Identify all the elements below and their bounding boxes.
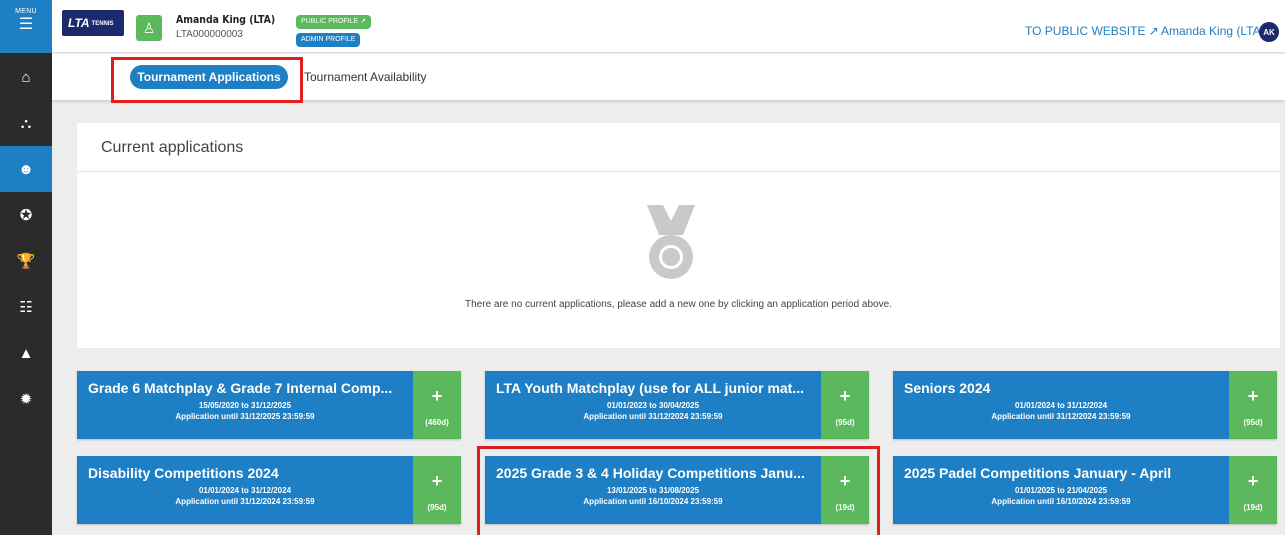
- medal-icon: ✪: [19, 207, 33, 224]
- sidebar: MENU ☰ ⌂ ⛬ ☻ ✪ 🏆 ☷ ▲ ✹: [0, 0, 52, 535]
- add-application-button[interactable]: + (95d): [1229, 371, 1277, 439]
- card-title: Disability Competitions 2024: [88, 465, 279, 481]
- card-title: 2025 Padel Competitions January - April: [904, 465, 1172, 481]
- lta-logo[interactable]: LTA TENNIS: [62, 10, 124, 36]
- medal-icon: [647, 205, 695, 279]
- trophy-icon: 🏆: [16, 253, 36, 270]
- logo-subtext: TENNIS: [91, 20, 114, 27]
- sidebar-item-users[interactable]: ☻: [0, 146, 52, 192]
- card-deadline: Application until 31/12/2024 23:59:59: [991, 412, 1131, 421]
- logo-text: LTA: [68, 16, 90, 30]
- card-dates: 01/01/2024 to 31/12/2024: [1014, 401, 1108, 410]
- days-remaining: (95d): [427, 503, 447, 512]
- top-bar: LTA TENNIS ♙ Amanda King (LTA) LTA0000000…: [52, 0, 1285, 53]
- add-application-button[interactable]: + (460d): [413, 371, 461, 439]
- menu-button[interactable]: MENU ☰: [0, 0, 52, 53]
- empty-message: There are no current applications, pleas…: [465, 299, 892, 310]
- card-dates: 01/01/2024 to 31/12/2024: [198, 486, 292, 495]
- tab-tournament-availability[interactable]: Tournament Availability: [304, 70, 427, 84]
- ladder-icon: ☷: [19, 299, 33, 316]
- user-avatar-icon: ♙: [136, 15, 162, 41]
- plus-icon: +: [431, 386, 443, 406]
- card-dates: 01/01/2025 to 21/04/2025: [1014, 486, 1108, 495]
- card-dates: 01/01/2023 to 30/04/2025: [606, 401, 700, 410]
- user-initials-avatar[interactable]: AK: [1259, 22, 1279, 42]
- sidebar-item-hierarchy[interactable]: ⛬: [0, 100, 52, 146]
- card-title: Seniors 2024: [904, 380, 991, 396]
- card-title: Grade 6 Matchplay & Grade 7 Internal Com…: [88, 380, 393, 396]
- user-id: LTA000000003: [176, 29, 243, 40]
- application-card[interactable]: Seniors 2024 01/01/2024 to 31/12/2024 Ap…: [893, 371, 1277, 439]
- hamburger-icon: ☰: [18, 16, 34, 33]
- hierarchy-icon: ⛬: [20, 114, 32, 132]
- days-remaining: (95d): [1243, 418, 1263, 427]
- admin-profile-button[interactable]: ADMIN PROFILE: [296, 33, 361, 47]
- gear-icon: ✹: [19, 391, 33, 408]
- public-profile-button[interactable]: PUBLIC PROFILE ↗: [296, 15, 371, 29]
- card-dates: 15/05/2020 to 31/12/2025: [198, 401, 292, 410]
- divider: [77, 171, 1280, 172]
- card-deadline: Application until 16/10/2024 23:59:59: [991, 497, 1131, 506]
- application-card[interactable]: Grade 6 Matchplay & Grade 7 Internal Com…: [77, 371, 461, 439]
- application-card[interactable]: 2025 Padel Competitions January - April …: [893, 456, 1277, 524]
- add-application-button[interactable]: + (95d): [821, 371, 869, 439]
- add-application-button[interactable]: + (95d): [413, 456, 461, 524]
- add-application-button[interactable]: + (19d): [1229, 456, 1277, 524]
- plus-icon: +: [1247, 471, 1259, 491]
- card-deadline: Application until 31/12/2024 23:59:59: [583, 412, 723, 421]
- plus-icon: +: [839, 386, 851, 406]
- sidebar-item-trophy[interactable]: 🏆: [0, 238, 52, 284]
- card-title: LTA Youth Matchplay (use for ALL junior …: [496, 380, 805, 396]
- sidebar-item-settings[interactable]: ✹: [0, 376, 52, 422]
- home-icon: ⌂: [21, 68, 31, 86]
- card-deadline: Application until 31/12/2025 23:59:59: [175, 412, 315, 421]
- menu-label: MENU: [15, 8, 37, 15]
- users-icon: ☻: [18, 160, 34, 178]
- card-deadline: Application until 31/12/2024 23:59:59: [175, 497, 315, 506]
- highlight-box-card: [477, 446, 880, 535]
- current-applications-panel: Current applications There are no curren…: [77, 123, 1280, 348]
- days-remaining: (95d): [835, 418, 855, 427]
- days-remaining: (19d): [1243, 503, 1263, 512]
- panel-title: Current applications: [101, 139, 244, 156]
- user-menu-name[interactable]: Amanda King (LTA): [1161, 24, 1265, 38]
- sidebar-item-warning[interactable]: ▲: [0, 330, 52, 376]
- to-public-website-link[interactable]: TO PUBLIC WEBSITE ↗: [1025, 24, 1159, 38]
- user-name: Amanda King (LTA): [176, 13, 276, 26]
- plus-icon: +: [1247, 386, 1259, 406]
- plus-icon: +: [431, 471, 443, 491]
- highlight-box-tabs: [111, 57, 303, 103]
- application-card[interactable]: LTA Youth Matchplay (use for ALL junior …: [485, 371, 869, 439]
- warning-icon: ▲: [18, 344, 34, 362]
- sidebar-item-medal[interactable]: ✪: [0, 192, 52, 238]
- application-card[interactable]: Disability Competitions 2024 01/01/2024 …: [77, 456, 461, 524]
- sidebar-item-home[interactable]: ⌂: [0, 54, 52, 100]
- days-remaining: (460d): [425, 418, 449, 427]
- sidebar-item-ladder[interactable]: ☷: [0, 284, 52, 330]
